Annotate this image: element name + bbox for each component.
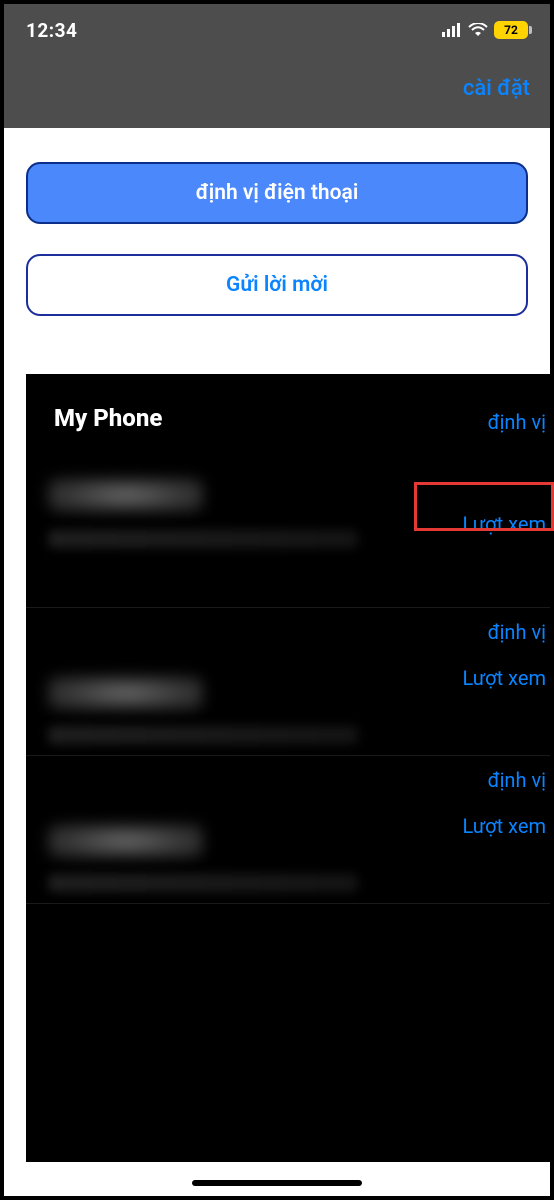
- wifi-icon: [468, 23, 488, 37]
- status-icons: 72: [442, 21, 528, 39]
- panel-top-locate-link[interactable]: định vị: [488, 410, 546, 434]
- settings-link[interactable]: cài đặt: [463, 76, 530, 101]
- views-link[interactable]: Lượt xem: [462, 666, 546, 690]
- phone-list-item: định vị Lượt xem: [26, 756, 550, 904]
- locate-link[interactable]: định vị: [488, 768, 546, 792]
- status-time: 12:34: [26, 19, 77, 42]
- nav-bar: cài đặt: [4, 56, 550, 128]
- battery-level: 72: [504, 23, 518, 37]
- battery-icon: 72: [494, 21, 528, 39]
- redacted-content: [26, 472, 386, 597]
- cellular-signal-icon: [442, 23, 462, 37]
- phone-list-item: định vị Lượt xem: [26, 608, 550, 756]
- button-area: định vị điện thoại Gửi lời mời: [4, 128, 550, 316]
- redacted-content: [26, 768, 386, 893]
- status-bar: 12:34 72: [4, 4, 550, 56]
- views-link[interactable]: Lượt xem: [462, 814, 546, 838]
- redacted-content: [26, 620, 386, 745]
- annotation-highlight-box: [414, 482, 554, 531]
- home-indicator: [192, 1180, 362, 1186]
- locate-phone-button[interactable]: định vị điện thoại: [26, 162, 528, 224]
- locate-link[interactable]: định vị: [488, 620, 546, 644]
- panel-title: My Phone: [26, 374, 550, 432]
- send-invite-button[interactable]: Gửi lời mời: [26, 254, 528, 316]
- battery-cap-icon: [529, 26, 532, 34]
